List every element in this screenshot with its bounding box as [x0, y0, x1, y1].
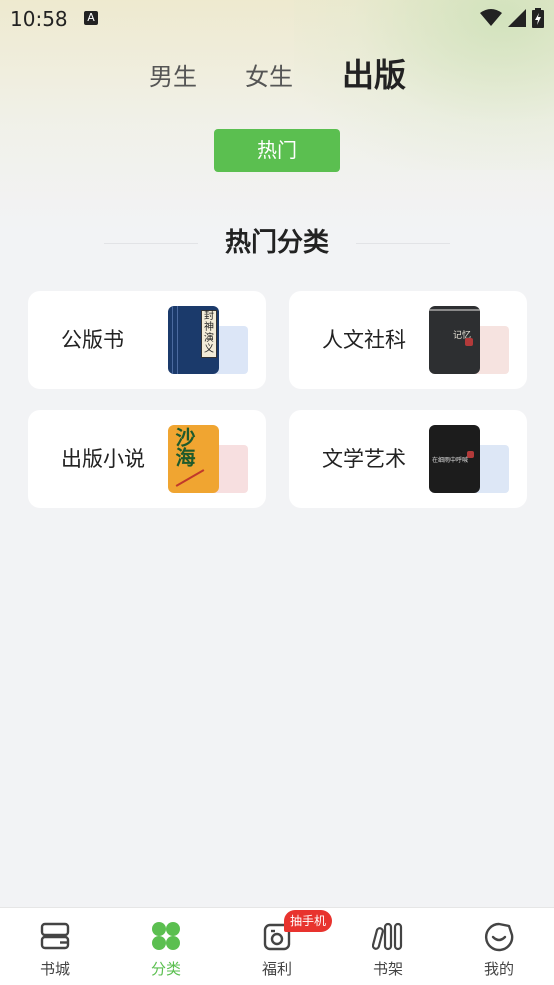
category-card-public-domain[interactable]: 公版书 封神演义: [28, 291, 266, 389]
section-line-right: [356, 243, 450, 244]
category-label: 公版书: [61, 328, 124, 352]
category-label: 文学艺术: [322, 447, 406, 471]
section-header: 热门分类: [0, 224, 554, 264]
category-card-literature-art[interactable]: 文学艺术 在细雨中呼喊: [289, 410, 527, 508]
status-bar: 10:58 A: [0, 0, 554, 38]
nav-bookstore[interactable]: 书城: [0, 908, 110, 985]
status-icons: [480, 8, 544, 28]
bookshelf-icon: [372, 922, 403, 951]
bookstore-icon: [40, 922, 70, 950]
cover-title: 沙海: [172, 427, 196, 467]
profile-icon: [484, 922, 514, 952]
book-cover: 记忆: [429, 306, 480, 374]
status-time: 10:58: [10, 7, 68, 31]
nav-label: 分类: [150, 960, 181, 978]
tab-male[interactable]: 男生: [149, 57, 197, 97]
nav-category[interactable]: 分类: [111, 908, 221, 985]
nav-bookshelf[interactable]: 书架: [333, 908, 443, 985]
category-card-published-novels[interactable]: 出版小说 沙海: [28, 410, 266, 508]
category-label: 出版小说: [61, 447, 145, 471]
tab-bar: 男生 女生 出版: [0, 55, 554, 99]
book-cover: 封神演义: [168, 306, 219, 374]
wifi-icon: [480, 9, 502, 26]
category-icon: [152, 922, 180, 950]
nav-label: 书城: [39, 960, 70, 978]
nav-profile[interactable]: 我的: [444, 908, 554, 985]
book-cover: 在细雨中呼喊: [429, 425, 480, 493]
section-title: 热门分类: [224, 228, 329, 258]
tab-female[interactable]: 女生: [245, 57, 293, 97]
battery-icon: [532, 8, 544, 28]
book-cover: 沙海: [168, 425, 219, 493]
tab-publishing[interactable]: 出版: [342, 55, 406, 95]
nav-label: 书架: [372, 960, 403, 978]
category-label: 人文社科: [322, 328, 406, 352]
cover-title: 在细雨中呼喊: [432, 457, 469, 464]
welfare-badge: 抽手机: [284, 910, 333, 932]
cover-title: 封神演义: [201, 310, 217, 358]
nav-label: 我的: [483, 960, 514, 978]
nav-label: 福利: [261, 960, 292, 978]
bottom-nav: 书城 分类 福利 书架 我的: [0, 907, 554, 985]
notification-a-icon: A: [84, 11, 98, 25]
signal-icon: [508, 9, 526, 27]
category-card-humanities[interactable]: 人文社科 记忆: [289, 291, 527, 389]
hot-button[interactable]: 热门: [214, 129, 340, 172]
